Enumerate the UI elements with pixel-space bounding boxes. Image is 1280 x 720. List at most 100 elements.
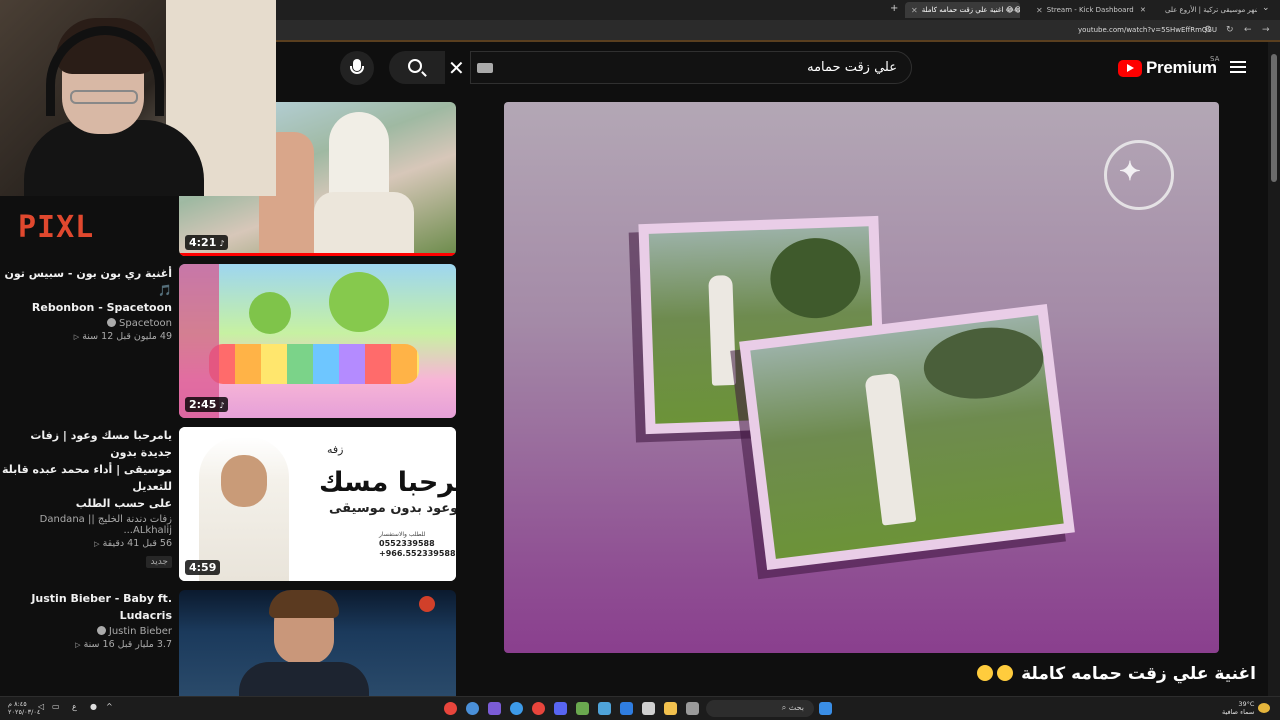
- channel-name[interactable]: Spacetoon: [2, 318, 172, 329]
- search-button[interactable]: [389, 51, 445, 84]
- video-title-line[interactable]: يامرحبا مسك وعود | زفات جديدة بدون: [2, 427, 172, 461]
- pink-tree: [179, 264, 219, 418]
- scrollbar-thumb[interactable]: [1271, 54, 1277, 182]
- video-title-line[interactable]: موسيقى | أداء محمد عبده قابلة للتعديل: [2, 461, 172, 495]
- taskbar-clock[interactable]: ٨:٤٥ م ٢٠٢٥/٠٣/٠٤: [8, 700, 40, 716]
- video-duration: 4:59: [185, 560, 221, 575]
- thumb-main-text: يامرحبا مسك: [319, 467, 456, 498]
- related-video-info[interactable]: أغنية ري بون بون - سبيس تون 🎵 Rebonbon -…: [2, 265, 173, 342]
- language-indicator[interactable]: ع: [72, 702, 77, 711]
- duration-text: 2:45: [189, 398, 217, 411]
- new-tab-plus-icon[interactable]: +: [890, 3, 898, 14]
- region-code: SA: [1210, 55, 1220, 63]
- forward-icon[interactable]: →: [1262, 25, 1270, 35]
- tab-current-video[interactable]: ✕ اغنية علي زقت حمامه كاملة 😂😂: [905, 2, 1020, 18]
- play-icon: ▷: [94, 540, 100, 548]
- video-title-line[interactable]: Rebonbon - Spacetoon: [2, 299, 172, 316]
- network-icon[interactable]: ▭: [52, 702, 60, 711]
- tree-shape: [249, 292, 291, 334]
- thumb-sub-text: وعود بدون موسيقى: [329, 501, 456, 516]
- music-note-icon: ♪: [219, 239, 225, 248]
- clear-search-icon[interactable]: ✕: [448, 56, 465, 80]
- keyboard-icon[interactable]: [477, 63, 493, 73]
- video-title-line[interactable]: أغنية ري بون بون - سبيس تون 🎵: [2, 265, 173, 299]
- logo-text: Premium: [1146, 58, 1217, 77]
- reload-icon[interactable]: ↻: [1226, 25, 1234, 35]
- chrome-icon[interactable]: [532, 702, 545, 715]
- glasses-shape: [70, 90, 138, 104]
- related-video-info[interactable]: يامرحبا مسك وعود | زفات جديدة بدون موسيق…: [2, 427, 172, 568]
- figure-body: [314, 192, 414, 256]
- cartoon-characters: [209, 344, 419, 384]
- browser-icon[interactable]: [466, 702, 479, 715]
- stats-text: 56 قبل 41 دقيقة: [102, 538, 172, 549]
- task-view-icon[interactable]: [686, 702, 699, 715]
- music-note-icon: ♪: [219, 401, 225, 410]
- minecraft-icon[interactable]: [576, 702, 589, 715]
- page-scrollbar[interactable]: [1268, 42, 1280, 696]
- close-icon[interactable]: ✕: [1036, 6, 1043, 15]
- url-text[interactable]: youtube.com/watch?v=5SHwEffRmQSU: [1078, 26, 1217, 34]
- channel-text[interactable]: Spacetoon: [119, 318, 172, 329]
- related-video-thumbnail[interactable]: [179, 590, 456, 696]
- tab-label: Stream - Kick Dashboard: [1046, 6, 1134, 14]
- search-input[interactable]: علي زقت حمامه: [470, 51, 912, 84]
- tab-menu-chevron-icon[interactable]: ⌄: [1262, 3, 1270, 13]
- thumbnail-image: زفه يامرحبا مسك وعود بدون موسيقى للطلب و…: [179, 427, 456, 581]
- tree-shape: [919, 321, 1048, 406]
- related-video-info[interactable]: Justin Bieber - Baby ft. Ludacris Justin…: [2, 590, 172, 650]
- calendar-icon[interactable]: [642, 702, 655, 715]
- stats-text: 3.7 مليار قبل 16 سنة: [83, 639, 172, 650]
- masked-figure: [329, 112, 389, 202]
- stage-light: [419, 596, 435, 612]
- site-settings-icon[interactable]: ⚙: [1204, 25, 1212, 35]
- video-title-line[interactable]: على حسب الطلب: [2, 495, 172, 512]
- taskbar-search-input[interactable]: بحث ⌕: [706, 700, 814, 717]
- watermark-glyph: ✦: [1119, 157, 1141, 187]
- tab-kick-dashboard[interactable]: ✕ Stream - Kick Dashboard: [1030, 2, 1140, 18]
- back-icon[interactable]: ←: [1244, 25, 1252, 35]
- channel-name[interactable]: Justin Bieber: [2, 626, 172, 637]
- file-explorer-icon[interactable]: [664, 702, 677, 715]
- close-icon[interactable]: ✕: [1140, 2, 1152, 18]
- mail-icon[interactable]: [598, 702, 611, 715]
- video-frame-photo-front: [739, 303, 1075, 571]
- thumb-contact-text: للطلب والاستفسار: [379, 531, 426, 538]
- close-icon[interactable]: ✕: [911, 6, 918, 15]
- tab-label: اغنية علي زقت حمامه كاملة 😂😂: [921, 6, 1020, 14]
- channel-watermark-logo: ✦: [1104, 140, 1174, 210]
- view-stats: 56 قبل 41 دقيقة ▷: [2, 538, 172, 549]
- app-icon[interactable]: [488, 702, 501, 715]
- youtube-premium-logo[interactable]: Premium: [1118, 58, 1217, 78]
- verified-badge-icon: [96, 626, 106, 635]
- video-title-text: اغنية علي زقت حمامه كاملة: [1021, 664, 1256, 684]
- clock-date: ٢٠٢٥/٠٣/٠٤: [8, 708, 41, 716]
- voice-search-button[interactable]: [340, 51, 374, 85]
- new-badge: جديد: [146, 556, 172, 568]
- weather-widget[interactable]: 39°C سماء صافية: [1222, 700, 1254, 716]
- store-icon[interactable]: [620, 702, 633, 715]
- edge-icon[interactable]: [510, 702, 523, 715]
- video-duration: 4:21 ♪: [185, 235, 229, 250]
- tab-turkish-music[interactable]: أشهر موسيقى تركية | الأروع على...: [1155, 2, 1257, 18]
- channel-name[interactable]: زفات دندنة الخليج || Dandana ALkhalij...: [2, 514, 172, 536]
- microphone-stand: [350, 66, 364, 74]
- discord-icon[interactable]: [554, 702, 567, 715]
- tray-chevron-up-icon[interactable]: ^: [106, 702, 113, 711]
- chrome-icon[interactable]: [444, 702, 457, 715]
- channel-text[interactable]: Justin Bieber: [109, 626, 172, 637]
- search-query[interactable]: علي زقت حمامه: [807, 60, 897, 75]
- thumb-phone-text: 0552339588: [379, 539, 435, 548]
- volume-icon[interactable]: ◁: [38, 702, 44, 711]
- singer-hair: [269, 590, 339, 618]
- related-video-thumbnail[interactable]: 2:45 ♪: [179, 264, 456, 418]
- microphone-icon[interactable]: ●: [90, 702, 97, 711]
- windows-start-icon[interactable]: [819, 702, 832, 715]
- person-figure: [708, 275, 737, 386]
- thumbnail-image: [179, 264, 456, 418]
- video-title-line[interactable]: Justin Bieber - Baby ft.: [2, 590, 172, 607]
- menu-hamburger-icon[interactable]: [1230, 61, 1246, 73]
- video-title-line[interactable]: Ludacris: [2, 607, 172, 624]
- related-video-thumbnail[interactable]: زفه يامرحبا مسك وعود بدون موسيقى للطلب و…: [179, 427, 456, 581]
- video-player[interactable]: ✦: [504, 102, 1219, 653]
